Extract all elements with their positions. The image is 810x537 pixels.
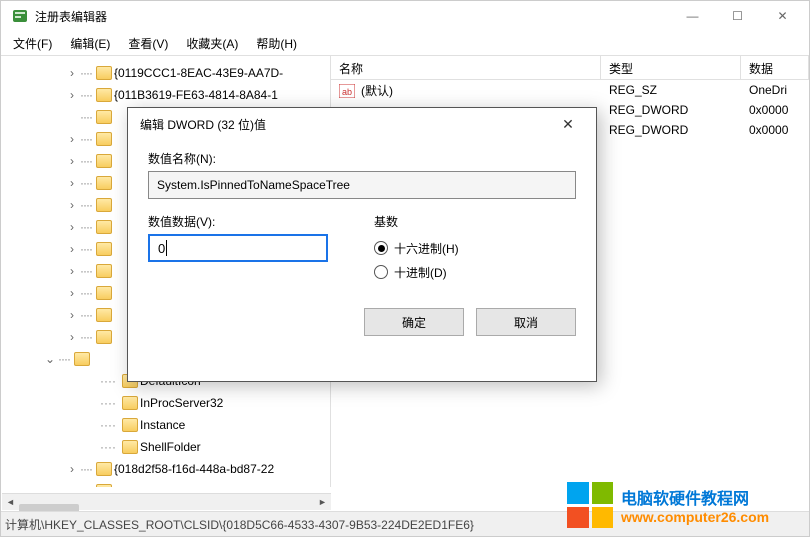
scroll-left-icon[interactable]: ◄ (2, 494, 19, 511)
value-name: (默认) (361, 84, 393, 98)
folder-icon (96, 286, 112, 300)
menu-file[interactable]: 文件(F) (5, 33, 60, 54)
menu-help[interactable]: 帮助(H) (248, 33, 305, 54)
value-name-label: 数值名称(N): (148, 150, 576, 167)
list-row[interactable]: ab (默认) REG_SZ OneDri (331, 80, 809, 100)
dialog-titlebar: 编辑 DWORD (32 位)值 ✕ (128, 108, 596, 140)
tree-item[interactable]: Instance (100, 414, 330, 436)
value-type: REG_SZ (601, 83, 741, 97)
folder-icon (96, 220, 112, 234)
titlebar: 注册表编辑器 — ☐ ✕ (1, 1, 809, 31)
tree-hscrollbar[interactable]: ◄ ► (2, 493, 331, 510)
watermark-line1: 电脑软硬件教程网 (621, 485, 769, 509)
menubar: 文件(F) 编辑(E) 查看(V) 收藏夹(A) 帮助(H) (1, 31, 809, 55)
folder-icon (74, 352, 90, 366)
col-name[interactable]: 名称 (331, 56, 601, 79)
col-type[interactable]: 类型 (601, 56, 741, 79)
tree-label: {018d2f58-f16d-448a-bd87-22 (114, 462, 274, 476)
folder-icon (96, 154, 112, 168)
window-title: 注册表编辑器 (35, 8, 670, 25)
folder-icon (96, 176, 112, 190)
folder-icon (96, 132, 112, 146)
radio-dec[interactable]: 十进制(D) (374, 260, 576, 284)
scroll-right-icon[interactable]: ► (314, 494, 331, 511)
tree-item[interactable]: ›····{0119CCC1-8EAC-43E9-AA7D- (66, 62, 330, 84)
folder-icon (96, 110, 112, 124)
dialog-title: 编辑 DWORD (32 位)值 (136, 116, 548, 133)
value-type: REG_DWORD (601, 103, 741, 117)
value-name-field: System.IsPinnedToNameSpaceTree (148, 171, 576, 199)
tree-item[interactable]: ShellFolder (100, 436, 330, 458)
folder-icon (96, 484, 112, 487)
menu-edit[interactable]: 编辑(E) (62, 33, 118, 54)
ok-button[interactable]: 确定 (364, 308, 464, 336)
list-header: 名称 类型 数据 (331, 56, 809, 80)
folder-icon (96, 198, 112, 212)
folder-icon (96, 242, 112, 256)
dialog-close-button[interactable]: ✕ (548, 116, 588, 133)
folder-icon (96, 264, 112, 278)
value-data-input[interactable]: 0 (148, 234, 328, 262)
tree-children: DefaultIcon InProcServer32 Instance Shel… (66, 370, 330, 458)
edit-dword-dialog: 编辑 DWORD (32 位)值 ✕ 数值名称(N): System.IsPin… (127, 107, 597, 382)
tree-label: InProcServer32 (140, 396, 223, 410)
folder-icon (96, 462, 112, 476)
folder-icon (96, 66, 112, 80)
menu-view[interactable]: 查看(V) (120, 33, 176, 54)
col-data[interactable]: 数据 (741, 56, 809, 79)
folder-icon (96, 330, 112, 344)
collapse-icon[interactable]: ⌄ (44, 352, 56, 366)
value-data: 0x0000 (741, 123, 809, 137)
menu-favorites[interactable]: 收藏夹(A) (178, 33, 246, 54)
watermark-line2: www.computer26.com (621, 509, 769, 525)
value-type: REG_DWORD (601, 123, 741, 137)
tree-label: ShellFolder (140, 440, 201, 454)
maximize-button[interactable]: ☐ (715, 1, 760, 31)
cancel-button[interactable]: 取消 (476, 308, 576, 336)
folder-icon (96, 308, 112, 322)
folder-icon (96, 88, 112, 102)
tree-item[interactable]: ›····{011B3619-FE63-4814-8A84-1 (66, 84, 330, 106)
value-data-label: 数值数据(V): (148, 213, 350, 230)
windows-logo-icon (567, 482, 613, 528)
base-label: 基数 (374, 213, 576, 230)
folder-icon (122, 418, 138, 432)
folder-icon (122, 440, 138, 454)
tree-label: {011B3619-FE63-4814-8A84-1 (114, 88, 278, 102)
value-data: OneDri (741, 83, 809, 97)
minimize-button[interactable]: — (670, 1, 715, 31)
watermark: 电脑软硬件教程网 www.computer26.com (567, 474, 807, 536)
svg-text:ab: ab (342, 87, 352, 97)
window-controls: — ☐ ✕ (670, 1, 805, 31)
value-data: 0x0000 (741, 103, 809, 117)
radio-hex[interactable]: 十六进制(H) (374, 236, 576, 260)
folder-icon (122, 396, 138, 410)
tree-label: {0119CCC1-8EAC-43E9-AA7D- (114, 66, 283, 80)
radio-icon (374, 265, 388, 279)
tree-item[interactable]: ···· (66, 480, 330, 487)
radio-icon (374, 241, 388, 255)
close-button[interactable]: ✕ (760, 1, 805, 31)
regedit-icon (11, 7, 29, 25)
string-value-icon: ab (339, 84, 355, 98)
tree-item[interactable]: ›····{018d2f58-f16d-448a-bd87-22 (66, 458, 330, 480)
tree-label: Instance (140, 418, 185, 432)
tree-item[interactable]: InProcServer32 (100, 392, 330, 414)
